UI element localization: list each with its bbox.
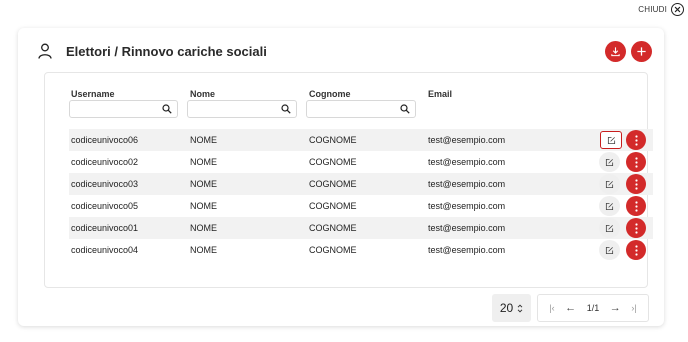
username-cell: codiceunivoco02 bbox=[71, 157, 139, 167]
email-cell: test@esempio.com bbox=[428, 179, 506, 189]
card-header: Elettori / Rinnovo cariche sociali bbox=[38, 40, 652, 62]
column-header-nome: Nome bbox=[190, 89, 216, 99]
voters-table: Username Nome Cognome Email codiceunivoc… bbox=[44, 72, 653, 288]
edit-button[interactable] bbox=[599, 152, 620, 172]
cognome-cell: COGNOME bbox=[309, 245, 357, 255]
table-row: codiceunivoco04 NOME COGNOME test@esempi… bbox=[69, 239, 653, 261]
more-actions-button[interactable] bbox=[626, 196, 646, 216]
user-icon bbox=[38, 43, 52, 59]
more-vertical-icon bbox=[634, 222, 638, 234]
more-vertical-icon bbox=[634, 244, 638, 256]
edit-button[interactable] bbox=[600, 131, 622, 149]
table-row: codiceunivoco06 NOME COGNOME test@esempi… bbox=[69, 129, 653, 151]
prev-page-icon[interactable]: ← bbox=[565, 302, 576, 314]
page-title: Elettori / Rinnovo cariche sociali bbox=[66, 43, 267, 59]
nome-cell: NOME bbox=[190, 223, 217, 233]
edit-button[interactable] bbox=[599, 240, 620, 260]
nome-cell: NOME bbox=[190, 179, 217, 189]
cognome-cell: COGNOME bbox=[309, 157, 357, 167]
table-row: codiceunivoco03 NOME COGNOME test@esempi… bbox=[69, 173, 653, 195]
pagination: |‹ ← 1/1 → ›| bbox=[537, 294, 649, 322]
username-cell: codiceunivoco06 bbox=[71, 135, 139, 145]
more-actions-button[interactable] bbox=[626, 130, 646, 150]
first-page-icon[interactable]: |‹ bbox=[549, 303, 554, 313]
edit-icon bbox=[605, 246, 614, 254]
search-icon bbox=[162, 104, 172, 114]
email-cell: test@esempio.com bbox=[428, 157, 506, 167]
plus-icon bbox=[637, 46, 646, 56]
edit-icon bbox=[605, 180, 614, 188]
edit-button[interactable] bbox=[599, 174, 620, 194]
sort-icon bbox=[517, 303, 523, 313]
nome-cell: NOME bbox=[190, 135, 217, 145]
download-button[interactable] bbox=[605, 40, 626, 62]
search-icon bbox=[281, 104, 291, 114]
close-button[interactable] bbox=[671, 3, 684, 16]
nome-cell: NOME bbox=[190, 201, 217, 211]
add-button[interactable] bbox=[631, 40, 652, 62]
nome-filter-input[interactable] bbox=[187, 100, 297, 118]
page-size-value: 20 bbox=[499, 301, 514, 315]
edit-icon bbox=[605, 202, 614, 210]
table-row: codiceunivoco05 NOME COGNOME test@esempi… bbox=[69, 195, 653, 217]
more-vertical-icon bbox=[634, 134, 638, 146]
more-vertical-icon bbox=[634, 200, 638, 212]
next-page-icon[interactable]: → bbox=[610, 302, 621, 314]
column-header-cognome: Cognome bbox=[309, 89, 351, 99]
email-cell: test@esempio.com bbox=[428, 201, 506, 211]
search-icon bbox=[400, 104, 410, 114]
table-row: codiceunivoco01 NOME COGNOME test@esempi… bbox=[69, 217, 653, 239]
edit-icon bbox=[605, 158, 614, 166]
username-cell: codiceunivoco01 bbox=[71, 223, 139, 233]
close-icon bbox=[674, 6, 681, 13]
more-actions-button[interactable] bbox=[626, 152, 646, 172]
more-vertical-icon bbox=[634, 156, 638, 168]
username-cell: codiceunivoco04 bbox=[71, 245, 139, 255]
last-page-icon[interactable]: ›| bbox=[631, 303, 636, 313]
username-cell: codiceunivoco05 bbox=[71, 201, 139, 211]
header-actions bbox=[605, 40, 652, 62]
username-cell: codiceunivoco03 bbox=[71, 179, 139, 189]
email-cell: test@esempio.com bbox=[428, 135, 506, 145]
page-info: 1/1 bbox=[586, 303, 600, 313]
edit-button[interactable] bbox=[599, 196, 620, 216]
cognome-cell: COGNOME bbox=[309, 135, 357, 145]
download-icon bbox=[611, 46, 620, 56]
close-label[interactable]: CHIUDI bbox=[638, 5, 667, 14]
cognome-cell: COGNOME bbox=[309, 201, 357, 211]
nome-cell: NOME bbox=[190, 157, 217, 167]
page-size-select[interactable]: 20 bbox=[492, 294, 531, 322]
more-actions-button[interactable] bbox=[626, 218, 646, 238]
column-header-username: Username bbox=[71, 89, 115, 99]
more-actions-button[interactable] bbox=[626, 174, 646, 194]
nome-cell: NOME bbox=[190, 245, 217, 255]
cognome-filter-input[interactable] bbox=[306, 100, 416, 118]
email-cell: test@esempio.com bbox=[428, 245, 506, 255]
more-vertical-icon bbox=[634, 178, 638, 190]
more-actions-button[interactable] bbox=[626, 240, 646, 260]
cognome-cell: COGNOME bbox=[309, 179, 357, 189]
cognome-cell: COGNOME bbox=[309, 223, 357, 233]
table-row: codiceunivoco02 NOME COGNOME test@esempi… bbox=[69, 151, 653, 173]
column-header-email: Email bbox=[428, 89, 453, 99]
edit-icon bbox=[605, 224, 614, 232]
main-card: Elettori / Rinnovo cariche sociali Usern… bbox=[18, 28, 664, 326]
email-cell: test@esempio.com bbox=[428, 223, 506, 233]
edit-icon bbox=[607, 136, 615, 144]
close-bar: CHIUDI bbox=[638, 3, 684, 16]
edit-button[interactable] bbox=[599, 218, 620, 238]
username-filter-input[interactable] bbox=[69, 100, 178, 118]
